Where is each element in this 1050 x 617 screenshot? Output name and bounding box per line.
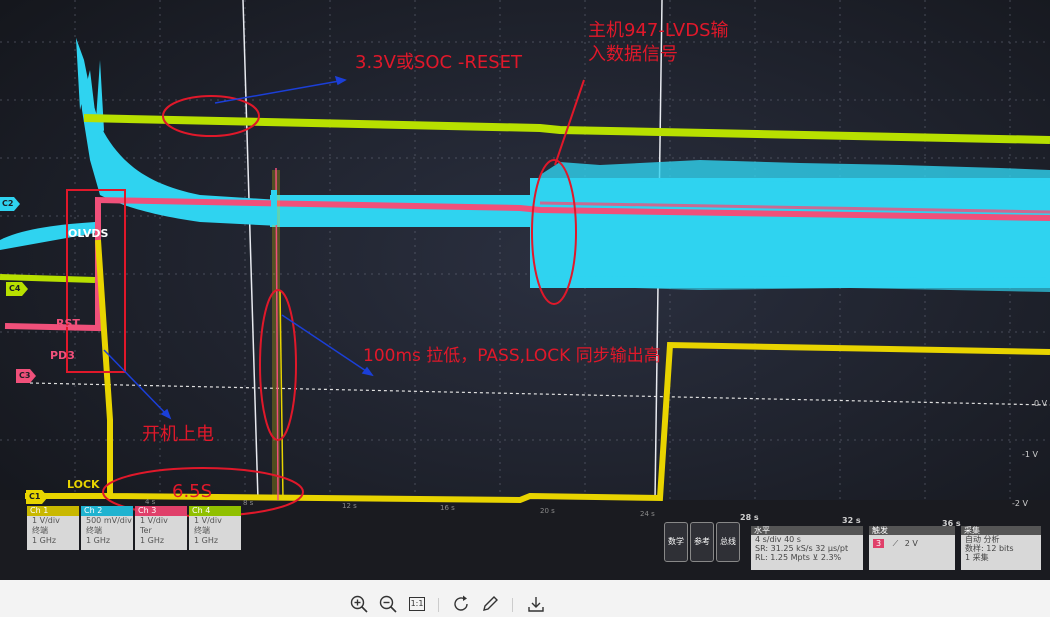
voltage-label: -1 V (1022, 450, 1038, 459)
channel-3-bandwidth: 1 GHz (140, 536, 165, 545)
time-label: 8 s (243, 499, 254, 507)
rotate-icon[interactable] (451, 594, 471, 614)
channel-1-bandwidth: 1 GHz (32, 536, 57, 545)
channel-3-box: Ch 3 1 V/div Ter 1 GHz (135, 506, 187, 550)
toolbar-divider (438, 598, 439, 612)
channel-1-scale: 1 V/div (32, 516, 60, 525)
download-icon[interactable] (526, 594, 546, 614)
channel-2-scale: 500 mV/div (86, 516, 132, 525)
soc-reset-annotation: 3.3V或SOC -RESET (355, 52, 522, 73)
time-label: 32 s (842, 516, 861, 525)
trigger-level: 2 V (904, 539, 918, 548)
edit-icon[interactable] (480, 594, 500, 614)
time-label: 24 s (640, 510, 655, 518)
acquire-mode: 自动 分析 (965, 535, 1000, 544)
lvds-annotation-line1: 主机947-LVDS输 (588, 20, 729, 41)
channel-4-termination: 终端 (194, 526, 210, 535)
ch2-marker: C2 (2, 199, 14, 208)
trigger-source-icon: 3 (873, 539, 885, 548)
ref-button[interactable]: 参考 (690, 522, 714, 562)
channel-1-box: Ch 1 1 V/div 终端 1 GHz (27, 506, 79, 550)
power-on-annotation: 开机上电 (142, 424, 214, 445)
voltage-label: 0 V (1034, 399, 1048, 408)
acquire-resolution: 数样: 12 bits (965, 544, 1014, 553)
oscilloscope-screen (0, 0, 1050, 580)
channel-2-bandwidth: 1 GHz (86, 536, 111, 545)
math-button[interactable]: 数学 (664, 522, 688, 562)
actual-size-icon[interactable]: 1:1 (407, 594, 427, 614)
time-label: 4 s (145, 498, 156, 506)
duration-annotation: 6.5S (172, 481, 213, 502)
olvds-label: OLVDS (68, 227, 109, 240)
time-label: 20 s (540, 507, 555, 515)
zoom-in-icon[interactable] (349, 594, 369, 614)
horizontal-title: 水平 (751, 526, 863, 535)
pass-lock-annotation: 100ms 拉低，PASS,LOCK 同步输出高 (363, 346, 661, 366)
zoom-out-icon[interactable] (378, 594, 398, 614)
channel-1-title: Ch 1 (27, 506, 79, 516)
trigger-panel[interactable]: 触发 3 ⟋ 2 V (869, 526, 955, 570)
time-label: 16 s (440, 504, 455, 512)
image-viewer-toolbar (0, 580, 1050, 617)
ch1-marker: C1 (29, 492, 41, 501)
actual-size-label: 1:1 (409, 597, 425, 611)
channel-3-title: Ch 3 (135, 506, 187, 516)
channel-4-scale: 1 V/div (194, 516, 222, 525)
acquire-count: 1 采集 (965, 553, 989, 562)
acquire-title: 采集 (961, 526, 1041, 535)
channel-2-title: Ch 2 (81, 506, 133, 516)
channel-3-scale: 1 V/div (140, 516, 168, 525)
lvds-annotation-line2: 入数据信号 (588, 44, 678, 65)
channel-4-bandwidth: 1 GHz (194, 536, 219, 545)
channel-1-termination: 终端 (32, 526, 48, 535)
oscilloscope-photo: 3.3V或SOC -RESET 主机947-LVDS输 入数据信号 100ms … (0, 0, 1050, 580)
channel-3-termination: Ter (140, 526, 152, 535)
pd3-label: PD3 (50, 349, 75, 362)
trigger-slope-icon: ⟋ (892, 539, 899, 548)
horizontal-sample-rate: SR: 31.25 kS/s 32 μs/pt (755, 544, 849, 553)
channel-2-termination: 终端 (86, 526, 102, 535)
trigger-title: 触发 (869, 526, 955, 535)
acquire-panel[interactable]: 采集 自动 分析 数样: 12 bits 1 采集 (961, 526, 1041, 570)
trigger-row: 3 ⟋ 2 V (869, 535, 955, 548)
bus-button[interactable]: 总线 (716, 522, 740, 562)
time-label: 12 s (342, 502, 357, 510)
channel-4-title: Ch 4 (189, 506, 241, 516)
ch3-marker: C3 (19, 371, 31, 380)
time-label: 28 s (740, 513, 759, 522)
voltage-label: -2 V (1012, 499, 1028, 508)
channel-2-box: Ch 2 500 mV/div 终端 1 GHz (81, 506, 133, 550)
rst-label: RST (56, 317, 80, 330)
horizontal-scale: 4 s/div 40 s (755, 535, 801, 544)
toolbar-divider (512, 598, 513, 612)
lock-label: LOCK (67, 478, 100, 491)
horizontal-panel[interactable]: 水平 4 s/div 40 s SR: 31.25 kS/s 32 μs/pt … (751, 526, 863, 570)
channel-4-box: Ch 4 1 V/div 终端 1 GHz (189, 506, 241, 550)
horizontal-record-length: RL: 1.25 Mpts ⊻ 2.3% (755, 553, 842, 562)
ch4-marker: C4 (9, 284, 21, 293)
